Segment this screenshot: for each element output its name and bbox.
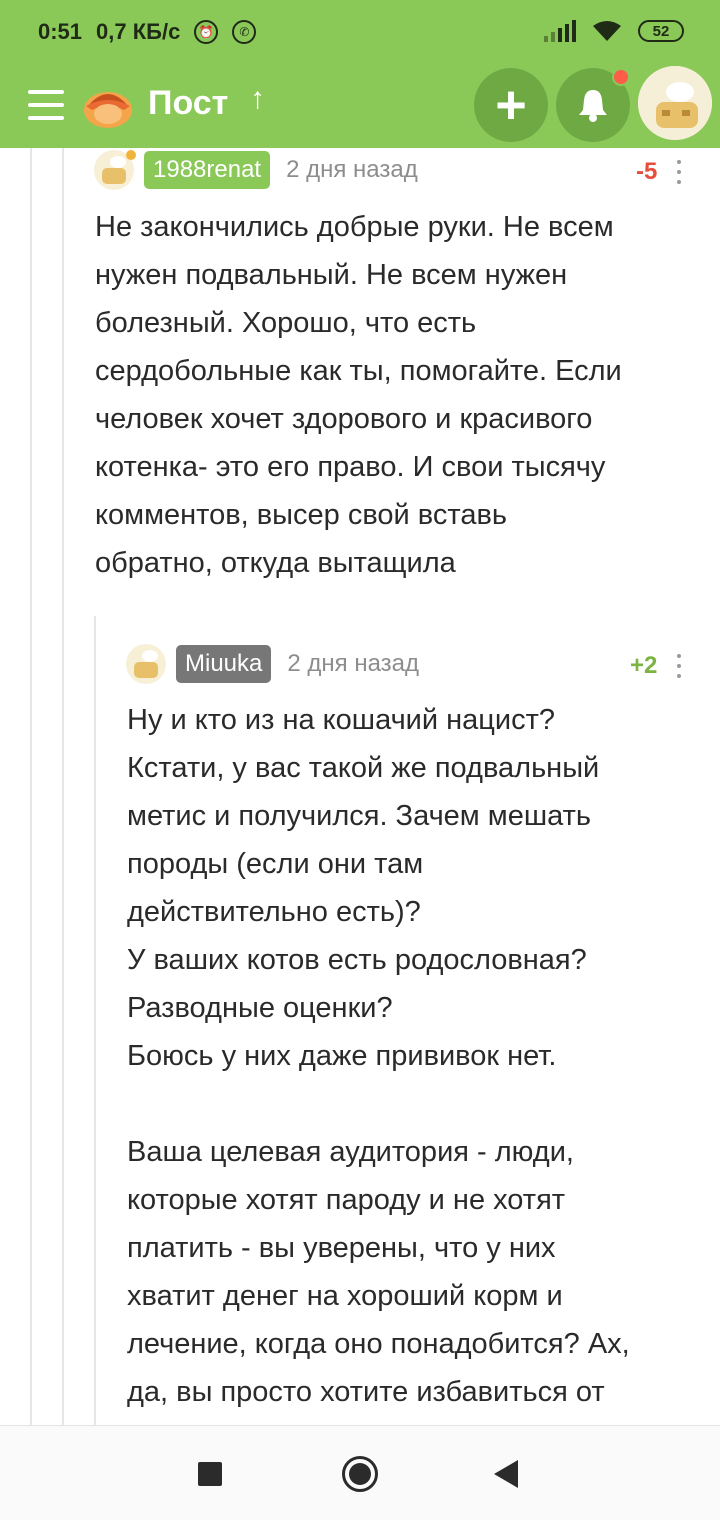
online-indicator bbox=[126, 150, 136, 160]
wifi-icon bbox=[593, 21, 621, 41]
comment-header: Miuuka 2 дня назад bbox=[126, 644, 419, 684]
status-speed: 0,7 КБ/с bbox=[96, 19, 181, 44]
viber-icon: ✆ bbox=[232, 20, 257, 44]
thread-line bbox=[62, 148, 64, 1425]
comment-time: 2 дня назад bbox=[287, 650, 419, 677]
thread-line bbox=[30, 148, 32, 1425]
user-avatar[interactable] bbox=[638, 66, 712, 140]
bell-icon bbox=[579, 90, 607, 122]
add-post-button[interactable]: + bbox=[474, 68, 548, 142]
username[interactable]: 1988renat bbox=[144, 151, 271, 189]
notifications-button[interactable] bbox=[556, 68, 630, 142]
comment-text: Не закончились добрые руки. Не всем нуже… bbox=[95, 211, 622, 579]
menu-icon[interactable] bbox=[28, 90, 64, 120]
status-time: 0:51 bbox=[38, 19, 83, 44]
comment-header: 1988renat 2 дня назад bbox=[94, 150, 418, 190]
username[interactable]: Miuuka bbox=[176, 645, 272, 683]
comment-rating[interactable]: -5 bbox=[636, 158, 657, 186]
more-options-icon[interactable] bbox=[676, 160, 682, 184]
battery-icon: 52 bbox=[638, 20, 684, 42]
comments-area: 1988renat 2 дня назад -5 Не закончились … bbox=[0, 148, 720, 1425]
thread-line bbox=[94, 616, 96, 1425]
signal-icon bbox=[544, 20, 576, 42]
system-nav-bar bbox=[0, 1425, 720, 1520]
comment-rating[interactable]: +2 bbox=[630, 652, 657, 680]
comment-time: 2 дня назад bbox=[286, 156, 418, 183]
comment-text: Ну и кто из на кошачий нацист? Кстати, у… bbox=[127, 704, 630, 1408]
battery-level: 52 bbox=[652, 22, 670, 40]
status-bar: 0:51 0,7 КБ/с ⏰ ✆ 52 bbox=[0, 0, 720, 64]
recents-square-icon[interactable] bbox=[198, 1462, 222, 1486]
notification-dot bbox=[612, 68, 630, 86]
avatar-image bbox=[638, 66, 712, 140]
app-header: Пост ↑ + bbox=[0, 64, 720, 148]
back-triangle-icon[interactable] bbox=[494, 1460, 518, 1488]
alarm-icon: ⏰ bbox=[194, 20, 219, 44]
home-circle-icon[interactable] bbox=[342, 1456, 378, 1492]
more-options-icon[interactable] bbox=[676, 654, 682, 678]
plus-icon: + bbox=[495, 75, 527, 135]
page-title: Пост bbox=[148, 84, 229, 122]
avatar[interactable] bbox=[126, 644, 166, 684]
pikabu-logo[interactable] bbox=[80, 76, 136, 132]
scroll-up-icon[interactable]: ↑ bbox=[250, 82, 265, 116]
